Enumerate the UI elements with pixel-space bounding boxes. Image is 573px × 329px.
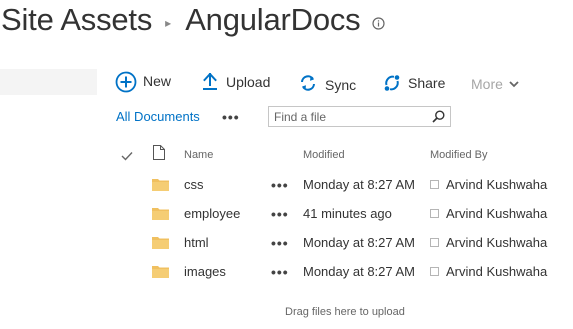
modified-date: 41 minutes ago xyxy=(303,206,392,221)
table-row[interactable]: css ••• Monday at 8:27 AM Arvind Kushwaha xyxy=(110,170,573,199)
row-ellipsis-menu[interactable]: ••• xyxy=(271,228,289,257)
modified-by-user-link[interactable]: Arvind Kushwaha xyxy=(446,235,547,250)
page-title: AngularDocs xyxy=(185,2,361,37)
search-input[interactable] xyxy=(269,108,432,125)
modified-by-user-link[interactable]: Arvind Kushwaha xyxy=(446,177,547,192)
presence-indicator-icon xyxy=(430,267,439,276)
file-name-link[interactable]: images xyxy=(184,257,226,286)
breadcrumb: Site Assets ▸ AngularDocs xyxy=(1,2,386,38)
column-header-modified-by[interactable]: Modified By xyxy=(430,149,487,161)
drag-drop-hint: Drag files here to upload xyxy=(285,306,405,318)
share-icon xyxy=(382,73,402,93)
upload-label: Upload xyxy=(226,74,271,90)
modified-by: Arvind Kushwaha xyxy=(430,199,547,228)
folder-icon xyxy=(152,265,169,283)
sync-icon xyxy=(299,74,317,92)
modified-by-user-link[interactable]: Arvind Kushwaha xyxy=(446,206,547,221)
left-nav-bar xyxy=(0,69,97,95)
share-button[interactable]: Share xyxy=(382,73,445,93)
more-button[interactable]: More xyxy=(471,76,519,92)
modified-by: Arvind Kushwaha xyxy=(430,228,547,257)
modified-by: Arvind Kushwaha xyxy=(430,170,547,199)
row-ellipsis-menu[interactable]: ••• xyxy=(271,170,289,199)
table-row[interactable]: images ••• Monday at 8:27 AM Arvind Kushwah… xyxy=(110,257,573,286)
modified-by: Arvind Kushwaha xyxy=(430,257,547,286)
file-name-link[interactable]: html xyxy=(184,228,209,257)
presence-indicator-icon xyxy=(430,180,439,189)
column-header-modified[interactable]: Modified xyxy=(303,149,345,161)
chevron-down-icon xyxy=(509,80,519,88)
view-options-ellipsis[interactable]: ••• xyxy=(222,110,240,124)
modified-date: Monday at 8:27 AM xyxy=(303,264,416,279)
folder-icon xyxy=(152,178,169,196)
row-ellipsis-menu[interactable]: ••• xyxy=(271,257,289,286)
new-button[interactable]: New xyxy=(115,71,171,93)
search-icon[interactable] xyxy=(432,110,445,123)
sync-label: Sync xyxy=(325,77,357,93)
modified-date: Monday at 8:27 AM xyxy=(303,235,416,250)
info-icon[interactable] xyxy=(372,16,386,30)
upload-arrow-icon xyxy=(202,73,218,91)
column-header-name[interactable]: Name xyxy=(184,149,213,161)
breadcrumb-separator: ▸ xyxy=(165,16,172,30)
plus-circle-icon xyxy=(115,71,137,93)
select-all-checkmark-icon[interactable] xyxy=(121,148,133,166)
more-label: More xyxy=(471,76,503,92)
presence-indicator-icon xyxy=(430,238,439,247)
folder-icon xyxy=(152,236,169,254)
table-row[interactable]: html ••• Monday at 8:27 AM Arvind Kushwaha xyxy=(110,228,573,257)
upload-button[interactable]: Upload xyxy=(202,73,270,91)
row-ellipsis-menu[interactable]: ••• xyxy=(271,199,289,228)
sync-button[interactable]: Sync xyxy=(299,73,356,93)
folder-icon xyxy=(152,207,169,225)
share-label: Share xyxy=(408,75,446,91)
modified-by-user-link[interactable]: Arvind Kushwaha xyxy=(446,264,547,279)
modified-date: Monday at 8:27 AM xyxy=(303,177,416,192)
breadcrumb-parent-link[interactable]: Site Assets xyxy=(1,2,152,38)
file-name-link[interactable]: css xyxy=(184,170,204,199)
table-row[interactable]: employee ••• 41 minutes ago Arvind Kushwaha xyxy=(110,199,573,228)
document-icon xyxy=(153,145,165,165)
file-name-link[interactable]: employee xyxy=(184,199,240,228)
new-label: New xyxy=(143,72,172,89)
view-selector-all-documents[interactable]: All Documents xyxy=(116,109,200,124)
presence-indicator-icon xyxy=(430,209,439,218)
search-box[interactable] xyxy=(268,106,451,127)
